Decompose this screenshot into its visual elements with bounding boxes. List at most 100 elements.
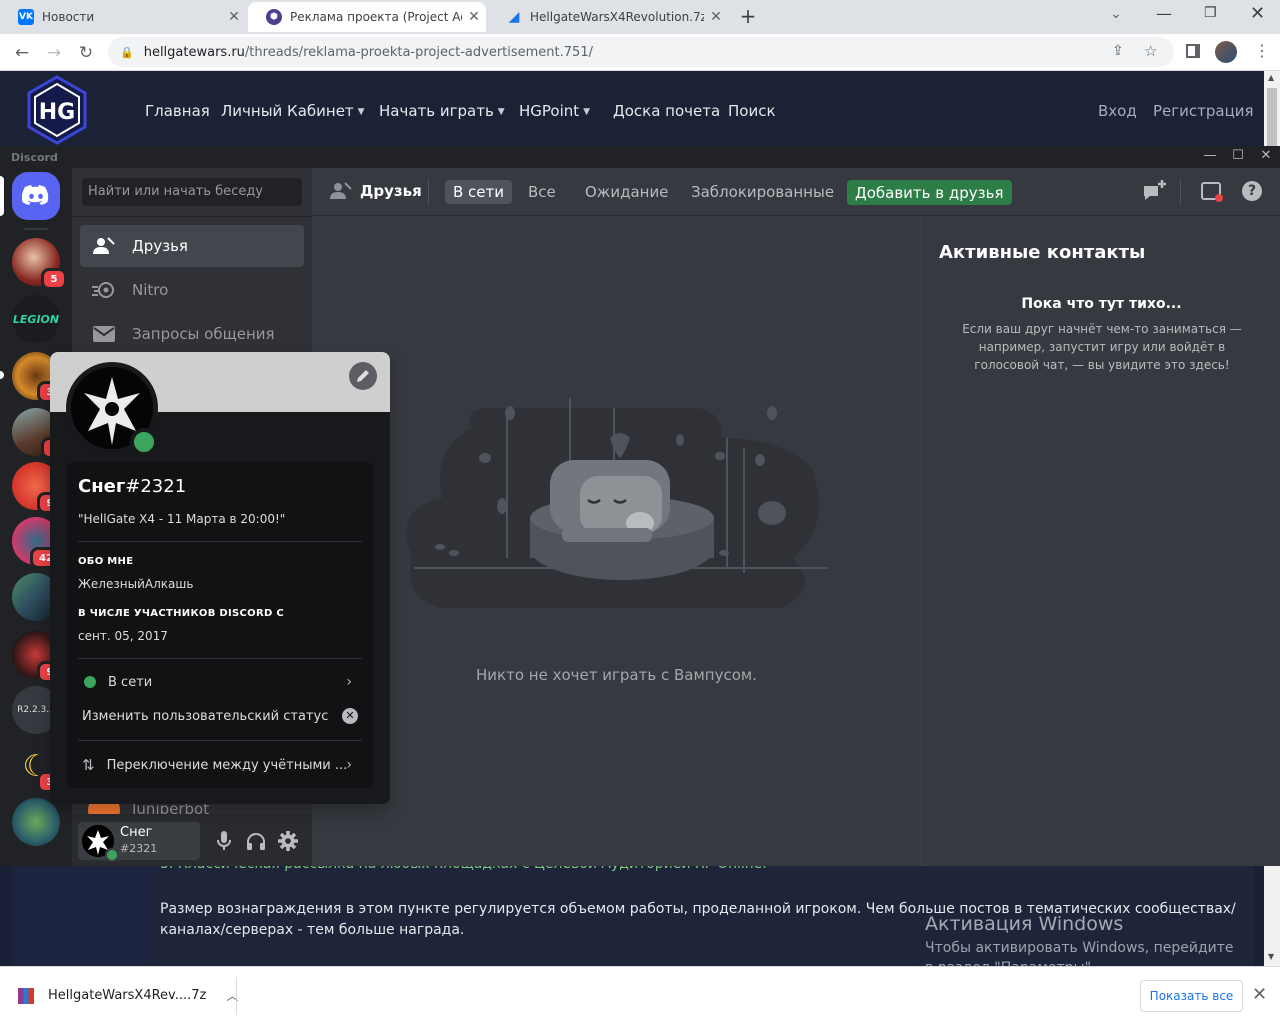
login-link[interactable]: Вход	[1098, 102, 1137, 120]
deafen-button[interactable]	[245, 830, 267, 852]
tab-blocked[interactable]: Заблокированные	[683, 180, 842, 204]
cloud-icon: ◢	[508, 9, 520, 25]
gear-icon	[278, 831, 298, 851]
svg-text:HG: HG	[39, 100, 75, 125]
download-filename: HellgateWarsX4Rev....7z	[48, 988, 207, 1003]
site-header: HG Главная Личный Кабинет ▼ Начать играть…	[0, 71, 1264, 146]
settings-button[interactable]	[277, 830, 299, 852]
add-friend-button[interactable]: Добавить в друзья	[847, 180, 1012, 205]
reload-button[interactable]: ↻	[72, 39, 100, 67]
divider	[236, 977, 237, 1015]
user-tag: #2321	[120, 842, 158, 855]
tab-label: Реклама проекта (Project Advert	[290, 10, 462, 24]
switch-accounts[interactable]: ⇅ Переключение между учётными ... ›	[78, 753, 362, 777]
search-input[interactable]: Найти или начать беседу	[82, 178, 302, 206]
dm-item-nitro[interactable]: Nitro	[80, 269, 304, 311]
edit-status-label: Изменить пользовательский статус	[82, 708, 329, 724]
active-now-title: Активные контакты	[939, 242, 1146, 263]
friends-icon	[330, 182, 352, 199]
vk-icon: VK	[18, 9, 34, 25]
active-now-panel: Активные контакты Пока что тут тихо... Е…	[921, 216, 1280, 866]
edit-custom-status[interactable]: Изменить пользовательский статус ✕	[78, 704, 362, 728]
address-bar: ← → ↻ 🔒 hellgatewars.ru/threads/reklama-…	[0, 34, 1280, 71]
server-icon[interactable]	[12, 798, 60, 846]
nav-honor-board[interactable]: Доска почета	[613, 102, 720, 120]
user-account-button[interactable]: Снег #2321	[78, 822, 200, 862]
friends-icon	[92, 237, 116, 255]
mute-button[interactable]	[213, 830, 235, 852]
new-group-dm-button[interactable]	[1142, 180, 1168, 208]
maximize-button[interactable]: ☐	[1225, 148, 1251, 166]
dm-item-message-requests[interactable]: Запросы общения	[80, 313, 304, 355]
tab-label: Новости	[42, 10, 95, 24]
home-button[interactable]	[12, 172, 60, 220]
help-button[interactable]: ?	[1242, 181, 1262, 201]
close-icon[interactable]: ✕	[1252, 984, 1267, 1005]
close-icon[interactable]: ✕	[462, 9, 486, 25]
tab-download[interactable]: ◢ HellgateWarsX4Revolution.7z — ✕	[488, 2, 728, 32]
dm-item-friends[interactable]: Друзья	[80, 225, 304, 267]
user-panel: Снег #2321	[72, 814, 312, 866]
menu-icon[interactable]: ⋮	[1254, 41, 1270, 60]
switch-accounts-icon: ⇅	[82, 756, 95, 774]
scroll-thumb[interactable]	[1267, 88, 1277, 148]
minimize-button[interactable]: —	[1156, 4, 1172, 23]
back-button[interactable]: ←	[8, 39, 36, 67]
tab-advertisement[interactable]: ⬢ Реклама проекта (Project Advert ✕	[248, 2, 486, 32]
tab-online[interactable]: В сети	[445, 180, 513, 204]
forward-button[interactable]: →	[40, 39, 68, 67]
nav-home[interactable]: Главная	[145, 102, 210, 120]
share-icon[interactable]: ⇪	[1112, 43, 1124, 59]
tab-label: HellgateWarsX4Revolution.7z —	[530, 10, 704, 24]
close-window-button[interactable]: ✕	[1250, 3, 1265, 24]
tab-all[interactable]: Все	[520, 180, 564, 204]
about-me-label: ОБО МНЕ	[78, 556, 134, 567]
browser-tab-bar: VK Новости ✕ ⬢ Реклама проекта (Project …	[0, 0, 1280, 34]
switch-accounts-label: Переключение между учётными ...	[106, 757, 348, 773]
new-tab-button[interactable]: +	[736, 5, 760, 29]
status-selector[interactable]: В сети ›	[78, 670, 362, 694]
post-sidebar	[12, 866, 150, 966]
close-window-button[interactable]: ✕	[1253, 148, 1279, 166]
tab-pending[interactable]: Ожидание	[577, 180, 676, 204]
server-legion[interactable]: LEGION	[12, 295, 60, 343]
about-me-value: ЖелезныйАлкашь	[78, 577, 194, 591]
edit-profile-button[interactable]	[349, 362, 377, 390]
hexagon-icon: ⬢	[266, 9, 282, 25]
close-icon[interactable]: ✕	[222, 9, 246, 25]
archive-icon	[18, 987, 34, 1004]
dm-item-label: Запросы общения	[132, 325, 275, 343]
side-panel-icon[interactable]	[1186, 44, 1200, 58]
close-icon[interactable]: ✕	[704, 9, 728, 25]
scroll-down-icon[interactable]: ▼	[1268, 952, 1274, 961]
divider	[78, 541, 362, 542]
scroll-up-icon[interactable]: ▲	[1268, 73, 1274, 82]
selected-pill	[0, 176, 4, 216]
star-icon[interactable]: ☆	[1144, 42, 1157, 60]
empty-state-message: Никто не хочет играть с Вампусом.	[476, 666, 757, 684]
hg-logo-icon[interactable]: HG	[26, 75, 88, 145]
lock-icon: 🔒	[120, 45, 134, 59]
status-online-dot	[84, 676, 96, 688]
wumpus-illustration	[406, 398, 827, 608]
nav-search[interactable]: Поиск	[728, 102, 776, 120]
url-field[interactable]: 🔒 hellgatewars.ru/threads/reklama-proekt…	[108, 37, 1174, 67]
nav-cabinet[interactable]: Личный Кабинет ▼	[221, 102, 365, 120]
clear-status-icon[interactable]: ✕	[342, 708, 358, 724]
download-item[interactable]: HellgateWarsX4Rev....7z ︿	[18, 987, 238, 1004]
tab-search-icon[interactable]: ⌄	[1110, 6, 1122, 22]
inbox-button[interactable]	[1201, 182, 1223, 206]
download-bar: HellgateWarsX4Rev....7z ︿ Показать все ✕	[0, 966, 1280, 1024]
dm-item-label: Nitro	[132, 281, 169, 299]
minimize-button[interactable]: —	[1197, 148, 1223, 166]
nav-hgpoint[interactable]: HGPoint ▼	[519, 102, 590, 120]
show-all-button[interactable]: Показать все	[1140, 980, 1243, 1012]
nav-start-playing[interactable]: Начать играть ▼	[379, 102, 505, 120]
member-since-value: сент. 05, 2017	[78, 629, 168, 643]
profile-avatar[interactable]	[1215, 41, 1237, 63]
register-link[interactable]: Регистрация	[1153, 102, 1254, 120]
user-profile-popout: Снег#2321 "HellGate X4 - 11 Марта в 20:0…	[50, 352, 390, 804]
microphone-icon	[217, 831, 231, 850]
restore-button[interactable]: ❐	[1204, 5, 1217, 21]
tab-news[interactable]: VK Новости ✕	[0, 2, 246, 32]
